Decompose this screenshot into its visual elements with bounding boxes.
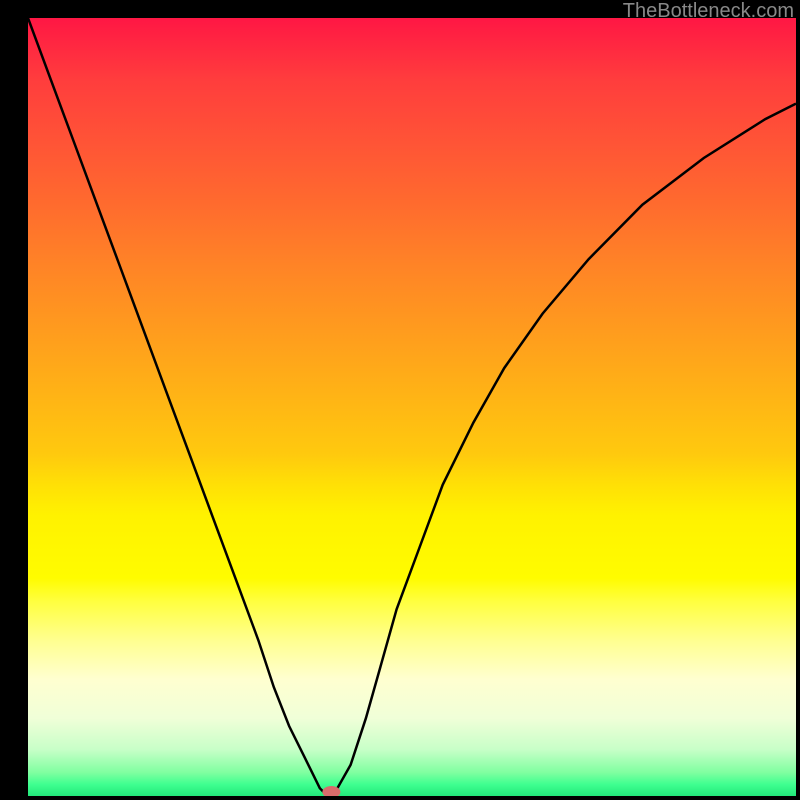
chart-svg xyxy=(28,18,796,796)
chart-area xyxy=(28,18,796,796)
bottleneck-curve xyxy=(28,18,796,796)
